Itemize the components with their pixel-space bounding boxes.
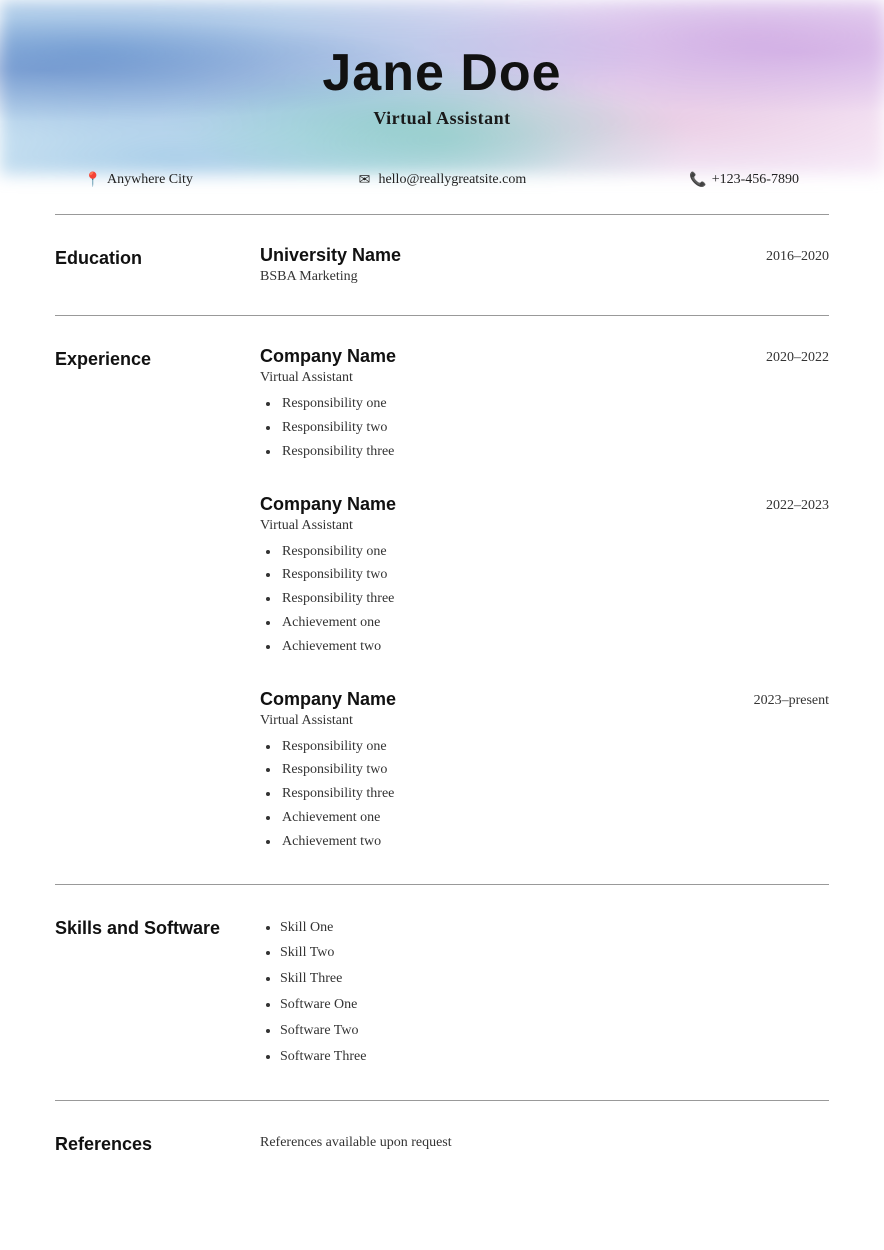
contact-phone: 📞 +123-456-7890 — [690, 172, 799, 188]
email-text: hello@reallygreatsite.com — [378, 172, 526, 188]
experience-divider — [55, 884, 829, 885]
experience-content: Company Name 2020–2022 Virtual Assistant… — [260, 346, 829, 853]
company-role-1: Virtual Assistant — [260, 370, 829, 386]
education-years: 2016–2020 — [709, 245, 829, 265]
skills-divider — [55, 1100, 829, 1101]
list-item: Software Two — [280, 1018, 829, 1044]
list-item: Software Three — [280, 1044, 829, 1070]
list-item: Responsibility three — [280, 782, 829, 806]
skills-list: Skill One Skill Two Skill Three Software… — [260, 915, 829, 1070]
contact-bar: 📍 Anywhere City ✉ hello@reallygreatsite.… — [55, 154, 829, 206]
education-details: University Name BSBA Marketing — [260, 245, 401, 285]
company-role-2: Virtual Assistant — [260, 518, 829, 534]
company-name-2: Company Name — [260, 494, 396, 515]
list-item: Achievement two — [280, 635, 829, 659]
list-item: Responsibility three — [280, 587, 829, 611]
list-item: Skill Two — [280, 940, 829, 966]
list-item: Responsibility one — [280, 392, 829, 416]
list-item: Achievement one — [280, 806, 829, 830]
education-divider — [55, 315, 829, 316]
degree-text: BSBA Marketing — [260, 269, 401, 285]
company-years-1: 2020–2022 — [709, 346, 829, 366]
references-content: References available upon request — [260, 1131, 829, 1156]
references-text: References available upon request — [260, 1131, 829, 1151]
company-bullets-2: Responsibility one Responsibility two Re… — [260, 540, 829, 659]
skills-label: Skills and Software — [55, 915, 230, 1070]
list-item: Skill Three — [280, 966, 829, 992]
list-item: Responsibility three — [280, 440, 829, 464]
list-item: Responsibility one — [280, 735, 829, 759]
experience-label: Experience — [55, 346, 230, 853]
company-row-3: Company Name 2023–present — [260, 689, 829, 710]
company-years-2: 2022–2023 — [709, 494, 829, 514]
company-block-1: Company Name 2020–2022 Virtual Assistant… — [260, 346, 829, 463]
company-row-1: Company Name 2020–2022 — [260, 346, 829, 367]
phone-text: +123-456-7890 — [712, 172, 799, 188]
phone-icon: 📞 — [690, 172, 706, 188]
references-section: References References available upon req… — [55, 1109, 829, 1178]
university-name: University Name — [260, 245, 401, 266]
skills-content: Skill One Skill Two Skill Three Software… — [260, 915, 829, 1070]
contact-email: ✉ hello@reallygreatsite.com — [356, 172, 526, 188]
list-item: Achievement two — [280, 830, 829, 854]
education-row: University Name BSBA Marketing 2016–2020 — [260, 245, 829, 285]
candidate-name: Jane Doe — [55, 45, 829, 102]
company-name-3: Company Name — [260, 689, 396, 710]
company-bullets-1: Responsibility one Responsibility two Re… — [260, 392, 829, 463]
location-text: Anywhere City — [107, 172, 193, 188]
list-item: Software One — [280, 992, 829, 1018]
list-item: Responsibility two — [280, 563, 829, 587]
location-icon: 📍 — [85, 172, 101, 188]
company-role-3: Virtual Assistant — [260, 713, 829, 729]
list-item: Responsibility two — [280, 758, 829, 782]
contact-location: 📍 Anywhere City — [85, 172, 193, 188]
list-item: Skill One — [280, 915, 829, 941]
header-divider — [55, 214, 829, 215]
experience-section: Experience Company Name 2020–2022 Virtua… — [55, 324, 829, 875]
email-icon: ✉ — [356, 172, 372, 188]
education-content: University Name BSBA Marketing 2016–2020 — [260, 245, 829, 285]
references-label: References — [55, 1131, 230, 1156]
company-block-3: Company Name 2023–present Virtual Assist… — [260, 689, 829, 854]
list-item: Responsibility one — [280, 540, 829, 564]
education-label: Education — [55, 245, 230, 285]
candidate-title: Virtual Assistant — [55, 108, 829, 129]
company-name-1: Company Name — [260, 346, 396, 367]
list-item: Achievement one — [280, 611, 829, 635]
company-block-2: Company Name 2022–2023 Virtual Assistant… — [260, 494, 829, 659]
company-bullets-3: Responsibility one Responsibility two Re… — [260, 735, 829, 854]
resume-header: Jane Doe Virtual Assistant — [55, 0, 829, 144]
company-row-2: Company Name 2022–2023 — [260, 494, 829, 515]
list-item: Responsibility two — [280, 416, 829, 440]
company-years-3: 2023–present — [709, 689, 829, 709]
skills-section: Skills and Software Skill One Skill Two … — [55, 893, 829, 1092]
education-section: Education University Name BSBA Marketing… — [55, 223, 829, 307]
